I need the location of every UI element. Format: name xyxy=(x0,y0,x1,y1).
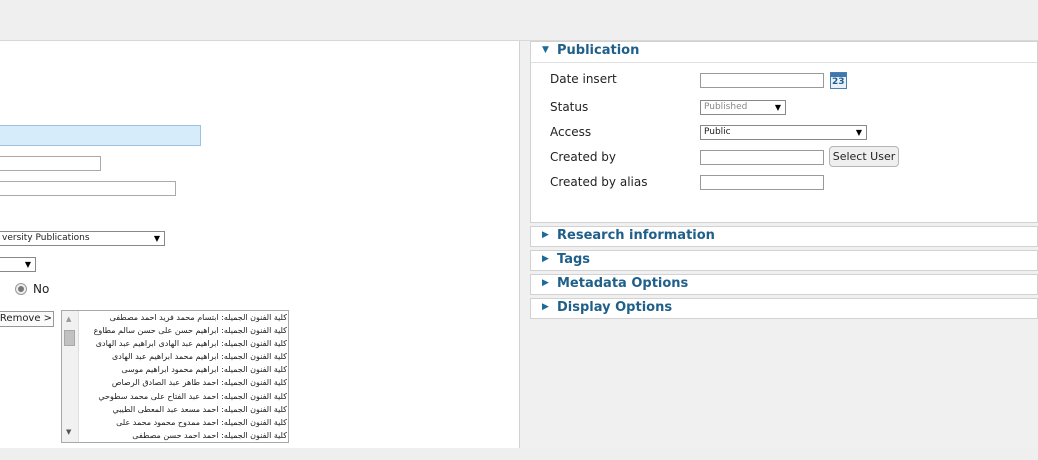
top-bar xyxy=(0,0,1038,41)
radio-button-icon[interactable] xyxy=(15,283,27,295)
status-select-value: Published xyxy=(704,102,748,112)
caret-down-icon: ▼ xyxy=(542,45,549,55)
list-item[interactable]: كلية الفنون الجميله: ابراهيم محمود ابراه… xyxy=(80,363,287,376)
access-select[interactable]: Public ▼ xyxy=(700,125,867,140)
display-panel-header[interactable]: ▶ Display Options xyxy=(531,299,1037,319)
scroll-up-icon[interactable]: ▲ xyxy=(66,315,71,323)
created-by-input[interactable] xyxy=(700,150,824,165)
date-insert-input[interactable] xyxy=(700,73,824,88)
display-panel-title: Display Options xyxy=(557,300,673,315)
access-select-value: Public xyxy=(704,127,731,137)
select-user-button[interactable]: Select User xyxy=(829,146,899,167)
dropdown-arrow-icon: ▼ xyxy=(153,234,160,243)
title-input[interactable] xyxy=(0,125,201,146)
tags-panel-header[interactable]: ▶ Tags xyxy=(531,251,1037,271)
tags-panel-title: Tags xyxy=(557,252,591,267)
radio-no-label: No xyxy=(33,282,50,296)
status-label: Status xyxy=(550,100,589,114)
publication-panel-header[interactable]: ▼ Publication xyxy=(531,42,1037,63)
tags-panel[interactable]: ▶ Tags xyxy=(530,250,1038,271)
dropdown-arrow-icon: ▼ xyxy=(774,103,781,112)
text-input[interactable] xyxy=(0,181,176,196)
research-information-panel[interactable]: ▶ Research information xyxy=(530,226,1038,247)
category-select[interactable]: versity Publications ▼ xyxy=(0,231,165,246)
publication-panel: ▼ Publication Date insert 23 Status Publ… xyxy=(530,41,1038,223)
scroll-down-icon[interactable]: ▼ xyxy=(66,428,71,436)
list-item[interactable]: كلية الفنون الجميله: احمد طاهر عبد الصاد… xyxy=(80,376,287,389)
authors-listbox[interactable]: ▲ ▼ كلية الفنون الجميله: ابتسام محمد فري… xyxy=(61,310,289,443)
dropdown-arrow-icon: ▼ xyxy=(24,260,31,269)
status-select[interactable]: Published ▼ xyxy=(700,100,786,115)
remove-button[interactable]: Remove > xyxy=(0,311,54,327)
listbox-items: كلية الفنون الجميله: ابتسام محمد فريد اح… xyxy=(80,311,287,442)
alias-input[interactable] xyxy=(0,156,101,171)
caret-right-icon: ▶ xyxy=(542,278,549,288)
list-item[interactable]: كلية الفنون الجميله: احمد عبد الفتاح على… xyxy=(80,390,287,403)
metadata-panel-header[interactable]: ▶ Metadata Options xyxy=(531,275,1037,295)
display-options-panel[interactable]: ▶ Display Options xyxy=(530,298,1038,319)
metadata-options-panel[interactable]: ▶ Metadata Options xyxy=(530,274,1038,295)
created-by-label: Created by xyxy=(550,150,617,164)
radio-no-option[interactable]: No xyxy=(15,282,49,296)
created-by-alias-input[interactable] xyxy=(700,175,824,190)
created-by-alias-label: Created by alias xyxy=(550,175,648,189)
research-panel-title: Research information xyxy=(557,228,715,243)
caret-right-icon: ▶ xyxy=(542,254,549,264)
list-item[interactable]: كلية الفنون الجميله: ابراهيم حسن على حسن… xyxy=(80,324,287,337)
list-item[interactable]: كلية الفنون الجميله: ابراهيم محمد ابراهي… xyxy=(80,350,287,363)
bottom-strip xyxy=(0,448,1038,460)
dropdown-arrow-icon: ▼ xyxy=(855,128,862,137)
list-item[interactable]: كلية الفنون الجميله: ابتسام محمد فريد اح… xyxy=(80,311,287,324)
metadata-panel-title: Metadata Options xyxy=(557,276,689,291)
main-form-pane: versity Publications ▼ ▼ No Remove > ▲ ▼… xyxy=(0,41,520,448)
options-pane: ▼ Publication Date insert 23 Status Publ… xyxy=(520,41,1038,448)
scrollbar-thumb[interactable] xyxy=(64,330,75,346)
access-label: Access xyxy=(550,125,592,139)
publication-panel-title: Publication xyxy=(557,43,640,58)
category-select-value: versity Publications xyxy=(2,233,90,243)
small-select[interactable]: ▼ xyxy=(0,257,36,272)
date-insert-label: Date insert xyxy=(550,72,617,86)
calendar-icon[interactable]: 23 xyxy=(830,72,847,89)
calendar-number: 23 xyxy=(832,77,845,87)
research-panel-header[interactable]: ▶ Research information xyxy=(531,227,1037,247)
list-item[interactable]: كلية الفنون الجميله: احمد مسعد عبد المعط… xyxy=(80,403,287,416)
listbox-scrollbar[interactable]: ▲ ▼ xyxy=(62,311,79,442)
caret-right-icon: ▶ xyxy=(542,302,549,312)
list-item[interactable]: كلية الفنون الجميله: احمد احمد حسن مصطفى xyxy=(80,429,287,442)
list-item[interactable]: كلية الفنون الجميله: ابراهيم عبد الهادى … xyxy=(80,337,287,350)
list-item[interactable]: كلية الفنون الجميله: احمد ممدوح محمود مح… xyxy=(80,416,287,429)
caret-right-icon: ▶ xyxy=(542,230,549,240)
